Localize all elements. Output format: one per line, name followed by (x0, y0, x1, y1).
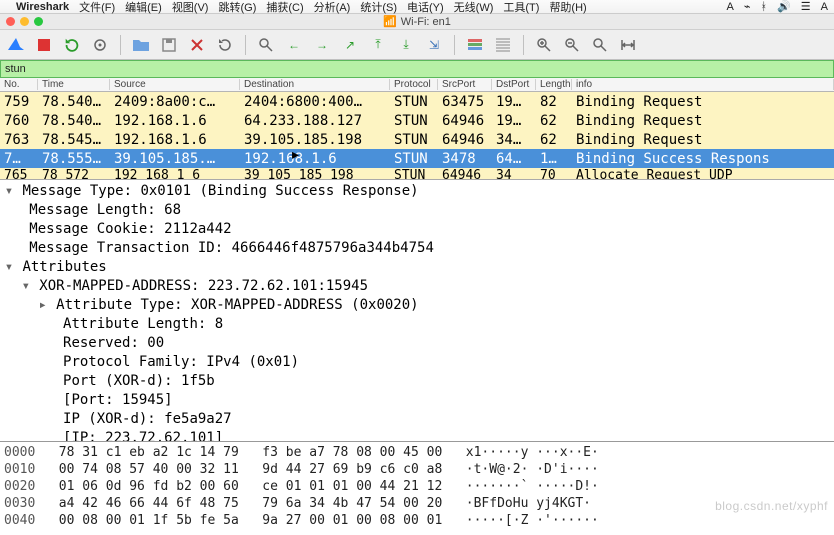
close-file-button[interactable] (185, 34, 209, 56)
capture-options-button[interactable] (88, 34, 112, 56)
menu-capture[interactable]: 捕获(C) (266, 0, 303, 15)
reload-file-button[interactable] (213, 34, 237, 56)
packet-row[interactable]: 75978.540…2409:8a00:c…2404:6800:400…STUN… (0, 92, 834, 111)
zoom-window-button[interactable] (34, 17, 43, 26)
detail-proto-fam: Protocol Family: IPv4 (0x01) (4, 353, 830, 372)
save-file-button[interactable] (157, 34, 181, 56)
zoom-reset-button[interactable] (588, 34, 612, 56)
status-vol-icon[interactable]: 🔊 (777, 0, 791, 13)
menu-analyze[interactable]: 分析(A) (314, 0, 351, 15)
hex-row[interactable]: 0040 00 08 00 01 1f 5b fe 5a 9a 27 00 01… (4, 512, 830, 529)
menu-tools[interactable]: 工具(T) (503, 0, 539, 15)
menu-file[interactable]: 文件(F) (79, 0, 115, 15)
stop-capture-button[interactable] (32, 34, 56, 56)
packet-row[interactable]: 76378.545…192.168.1.639.105.185.198STUN6… (0, 130, 834, 149)
resize-columns-button[interactable] (616, 34, 640, 56)
close-window-button[interactable] (6, 17, 15, 26)
detail-attr-len: Attribute Length: 8 (4, 315, 830, 334)
col-header-info[interactable]: info (572, 79, 834, 90)
col-header-len[interactable]: Length (536, 79, 572, 90)
display-filter-bar[interactable] (0, 60, 834, 78)
zoom-in-button[interactable] (532, 34, 556, 56)
detail-port: [Port: 15945] (4, 391, 830, 410)
mac-menubar: Wireshark 文件(F) 编辑(E) 视图(V) 跳转(G) 捕获(C) … (0, 0, 834, 14)
packet-row[interactable]: 76578 572192 168 1 639 105 185 198STUN64… (0, 168, 834, 179)
menu-go[interactable]: 跳转(G) (218, 0, 256, 15)
menu-edit[interactable]: 编辑(E) (125, 0, 162, 15)
open-file-button[interactable] (129, 34, 153, 56)
hex-row[interactable]: 0030 a4 42 46 66 44 6f 48 75 79 6a 34 4b… (4, 495, 830, 512)
packet-row[interactable]: 7…78.555…39.105.185.…192.168.1.6STUN3478… (0, 149, 834, 168)
go-to-packet-button[interactable]: ↗ (338, 34, 362, 56)
window-title: Wi-Fi: en1 (401, 16, 451, 28)
find-packet-button[interactable] (254, 34, 278, 56)
menu-view[interactable]: 视图(V) (172, 0, 209, 15)
window-titlebar: 📶 Wi-Fi: en1 (0, 14, 834, 30)
detail-ip-xor: IP (XOR-d): fe5a9a27 (4, 410, 830, 429)
col-header-dport[interactable]: DstPort (492, 79, 536, 90)
menu-help[interactable]: 帮助(H) (549, 0, 586, 15)
go-forward-button[interactable]: → (310, 34, 334, 56)
detail-ip: [IP: 223.72.62.101] (4, 429, 830, 441)
detail-attrs[interactable]: ▾ Attributes (4, 258, 830, 277)
hex-row[interactable]: 0020 01 06 0d 96 fd b2 00 60 ce 01 01 01… (4, 478, 830, 495)
col-header-sport[interactable]: SrcPort (438, 79, 492, 90)
columns-button[interactable] (491, 34, 515, 56)
col-header-time[interactable]: Time (38, 79, 110, 90)
col-header-source[interactable]: Source (110, 79, 240, 90)
auto-scroll-button[interactable]: ⇲ (422, 34, 446, 56)
detail-msg-type[interactable]: ▾ Message Type: 0x0101 (Binding Success … (4, 182, 830, 201)
status-bt-icon[interactable]: ᚼ (760, 1, 767, 13)
go-last-button[interactable]: ⤓ (394, 34, 418, 56)
minimize-window-button[interactable] (20, 17, 29, 26)
col-header-dest[interactable]: Destination (240, 79, 390, 90)
packet-row[interactable]: 76078.540…192.168.1.664.233.188.127STUN6… (0, 111, 834, 130)
wifi-icon: 📶 (383, 15, 397, 28)
col-header-no[interactable]: No. (0, 79, 38, 90)
menu-wireless[interactable]: 无线(W) (454, 0, 494, 15)
hex-row[interactable]: 0010 00 74 08 57 40 00 32 11 9d 44 27 69… (4, 461, 830, 478)
colorize-button[interactable] (463, 34, 487, 56)
restart-capture-button[interactable] (60, 34, 84, 56)
detail-port-xor: Port (XOR-d): 1f5b (4, 372, 830, 391)
packet-bytes-pane[interactable]: 0000 78 31 c1 eb a2 1c 14 79 f3 be a7 78… (0, 441, 834, 531)
status-wifi-icon[interactable]: ⌁ (744, 0, 751, 13)
status-ime[interactable]: A (727, 1, 734, 13)
start-capture-button[interactable] (4, 34, 28, 56)
detail-msg-len: Message Length: 68 (4, 201, 830, 220)
detail-reserved: Reserved: 00 (4, 334, 830, 353)
main-toolbar: ← → ↗ ⤒ ⤓ ⇲ (0, 30, 834, 60)
menu-stats[interactable]: 统计(S) (360, 0, 397, 15)
app-name[interactable]: Wireshark (16, 1, 69, 13)
col-header-proto[interactable]: Protocol (390, 79, 438, 90)
watermark-text: blog.csdn.net/xyphf (715, 499, 828, 513)
packet-details-pane[interactable]: ▾ Message Type: 0x0101 (Binding Success … (0, 179, 834, 441)
packet-list[interactable]: 75978.540…2409:8a00:c…2404:6800:400…STUN… (0, 92, 834, 179)
go-back-button[interactable]: ← (282, 34, 306, 56)
display-filter-input[interactable] (5, 63, 829, 75)
detail-attr-type[interactable]: ▸ Attribute Type: XOR-MAPPED-ADDRESS (0x… (4, 296, 830, 315)
detail-msg-txid: Message Transaction ID: 4666446f4875796a… (4, 239, 830, 258)
packet-list-header: No. Time Source Destination Protocol Src… (0, 78, 834, 92)
menu-tel[interactable]: 电话(Y) (407, 0, 444, 15)
detail-xor-addr[interactable]: ▾ XOR-MAPPED-ADDRESS: 223.72.62.101:1594… (4, 277, 830, 296)
status-user-icon[interactable]: ☰ (801, 0, 811, 13)
hex-row[interactable]: 0000 78 31 c1 eb a2 1c 14 79 f3 be a7 78… (4, 444, 830, 461)
status-menu-icon[interactable]: A (821, 1, 828, 13)
go-first-button[interactable]: ⤒ (366, 34, 390, 56)
zoom-out-button[interactable] (560, 34, 584, 56)
detail-msg-cookie: Message Cookie: 2112a442 (4, 220, 830, 239)
